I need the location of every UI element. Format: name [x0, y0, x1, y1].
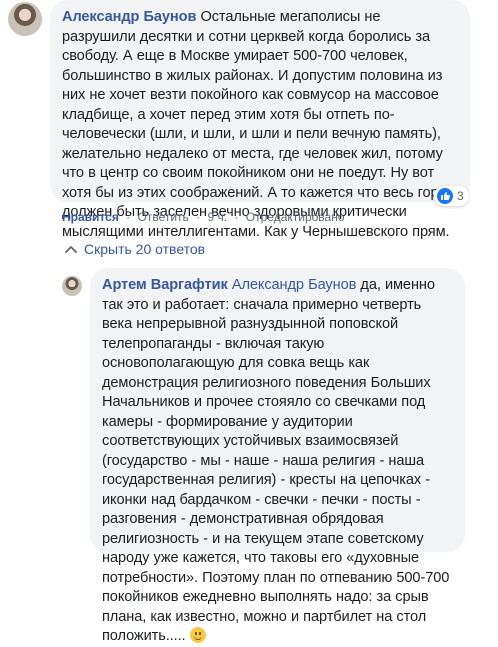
reaction-summary[interactable]: 3 — [434, 186, 469, 206]
timestamp-link[interactable]: 9 ч. — [208, 210, 228, 224]
smiling-face-icon — [189, 627, 206, 643]
comment-bubble: Александр Баунов Остальные мегаполисы не… — [50, 0, 470, 240]
like-button[interactable]: Нравится — [62, 210, 119, 224]
reply-text: да, именно так это и работает: сначала п… — [102, 277, 450, 644]
hide-replies-label: Скрыть 20 ответов — [84, 241, 206, 257]
like-icon — [437, 188, 453, 204]
reply-button[interactable]: Ответить — [138, 210, 189, 224]
comment-author-link[interactable]: Александр Баунов — [62, 9, 196, 25]
reaction-count: 3 — [457, 189, 464, 203]
comment-body: Александр Баунов Остальные мегаполисы не… — [62, 8, 458, 242]
reply-bubble: Артем Варгафтик Александр Баунов да, име… — [90, 268, 465, 644]
mention-link[interactable]: Александр Баунов — [232, 277, 357, 293]
separator: · — [234, 210, 239, 224]
separator: · — [196, 210, 201, 224]
reply-author-link[interactable]: Артем Варгафтик — [102, 277, 228, 293]
avatar[interactable] — [8, 2, 42, 36]
reply-body: Артем Варгафтик Александр Баунов да, име… — [102, 276, 453, 647]
chevron-up-icon — [65, 246, 77, 253]
comment-actions: Нравится · Ответить · 9 ч. · Отредактиро… — [62, 210, 345, 224]
separator: · — [126, 210, 131, 224]
comment-text: Остальные мегаполисы не разрушили десятк… — [62, 9, 455, 240]
edited-label[interactable]: Отредактировано — [246, 210, 345, 224]
avatar[interactable] — [62, 276, 82, 296]
hide-replies-link[interactable]: Скрыть 20 ответов — [64, 241, 205, 257]
